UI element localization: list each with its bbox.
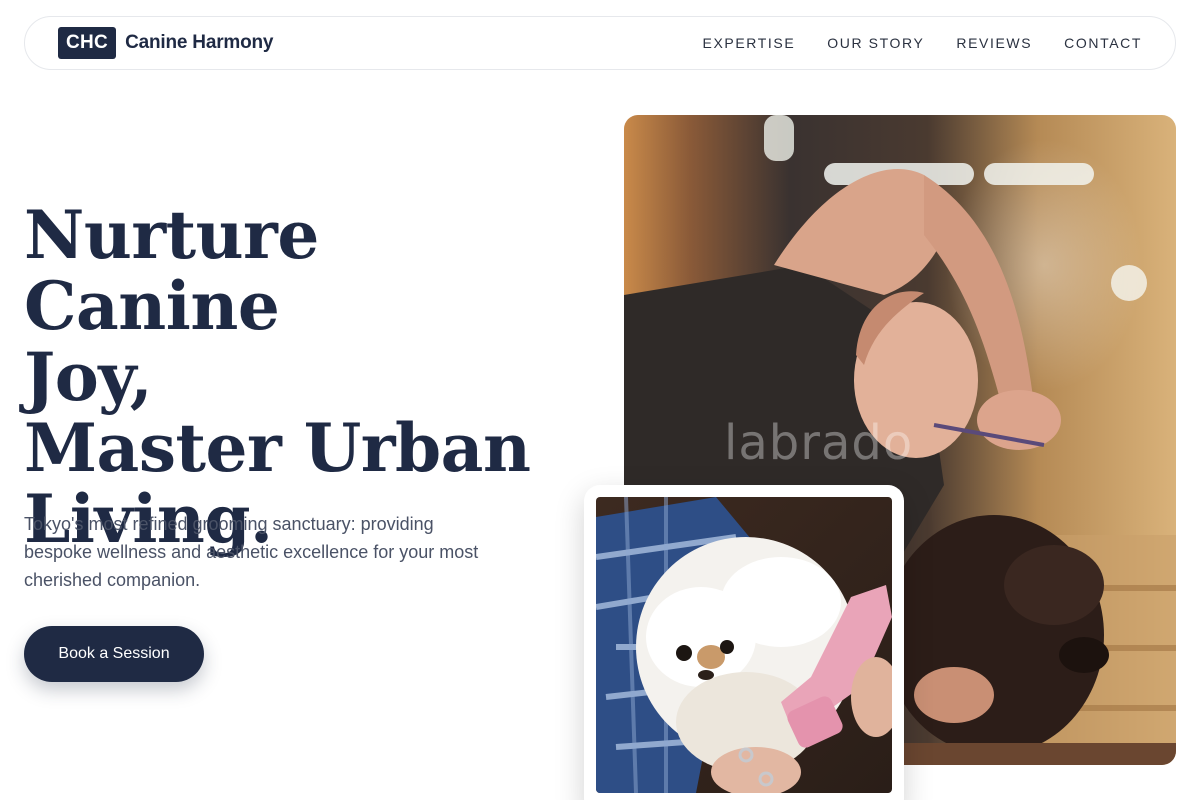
inset-photo-card (584, 485, 904, 800)
brand-mark: CHC (58, 27, 117, 59)
image-watermark: labrado (724, 415, 914, 471)
hero-headline-line-3: Master Urban (24, 409, 531, 487)
nav-link-our-story[interactable]: OUR STORY (827, 35, 924, 51)
hero-headline-line-2: Joy, (24, 338, 153, 416)
top-nav-bar: CHC Canine Harmony EXPERTISE OUR STORY R… (24, 16, 1176, 70)
hero-headline: Nurture Canine Joy, Master Urban Living. (24, 200, 584, 555)
nav-link-contact[interactable]: CONTACT (1064, 35, 1142, 51)
nav-links: EXPERTISE OUR STORY REVIEWS CONTACT (703, 35, 1142, 51)
brand-name: Canine Harmony (125, 32, 274, 53)
nav-link-expertise[interactable]: EXPERTISE (703, 35, 796, 51)
hero-headline-line-1: Nurture Canine (24, 196, 319, 345)
brand-logo[interactable]: CHC Canine Harmony (58, 27, 273, 59)
puppy-photo (596, 497, 892, 793)
hero-description: Tokyo's most refined grooming sanctuary:… (24, 514, 479, 590)
nav-link-reviews[interactable]: REVIEWS (956, 35, 1032, 51)
puppy-illustration (596, 497, 892, 793)
book-session-button[interactable]: Book a Session (24, 626, 204, 682)
